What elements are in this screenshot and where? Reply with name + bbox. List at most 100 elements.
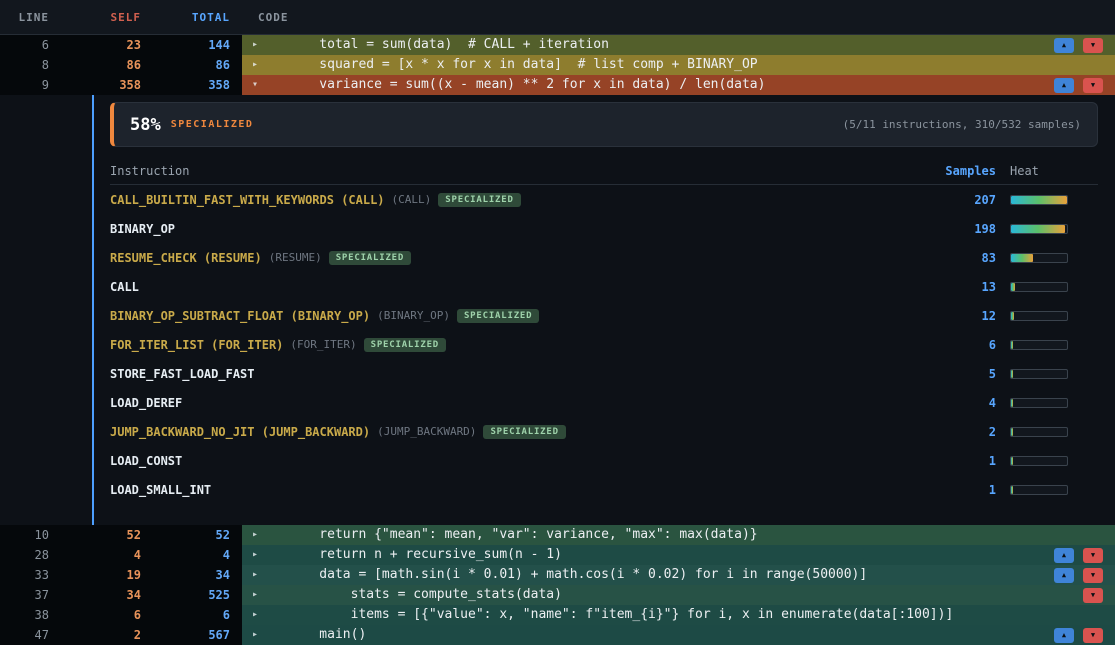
jump-up-button[interactable]: ▲	[1054, 38, 1074, 53]
self-samples: 4	[55, 545, 141, 565]
expand-icon[interactable]: ▸	[252, 525, 266, 545]
up-arrow-icon: ▲	[1062, 42, 1066, 49]
instruction-name: LOAD_DEREF	[110, 396, 182, 410]
jump-up-button[interactable]: ▲	[1054, 628, 1074, 643]
line-number: 8	[0, 55, 55, 75]
collapse-icon[interactable]: ▾	[252, 75, 266, 95]
heat-bar	[1010, 340, 1068, 350]
self-samples: 86	[55, 55, 141, 75]
samples-value: 6	[916, 338, 996, 352]
total-samples: 525	[141, 585, 230, 605]
instruction-name-cell: CALL_BUILTIN_FAST_WITH_KEYWORDS (CALL)(C…	[110, 193, 916, 207]
instruction-name: LOAD_SMALL_INT	[110, 483, 211, 497]
code-line-row: 331934▸ data = [math.sin(i * 0.01) + mat…	[0, 565, 1115, 585]
instruction-name: CALL_BUILTIN_FAST_WITH_KEYWORDS (CALL)	[110, 193, 385, 207]
code-text: variance = sum((x - mean) ** 2 for x in …	[288, 75, 765, 95]
jump-up-button[interactable]: ▲	[1054, 78, 1074, 93]
jump-down-button[interactable]: ▼	[1083, 548, 1103, 563]
jump-down-button[interactable]: ▼	[1083, 38, 1103, 53]
code-cell[interactable]: ▸ return n + recursive_sum(n - 1)▲▼	[242, 545, 1115, 565]
column-header-total: TOTAL	[141, 11, 230, 24]
nav-buttons: ▲▼	[1054, 568, 1103, 583]
jump-down-button[interactable]: ▼	[1083, 628, 1103, 643]
code-line-row: 472567▸ main()▲▼	[0, 625, 1115, 645]
instruction-name: STORE_FAST_LOAD_FAST	[110, 367, 255, 381]
instruction-row: JUMP_BACKWARD_NO_JIT (JUMP_BACKWARD)(JUM…	[110, 417, 1098, 446]
instruction-name: LOAD_CONST	[110, 454, 182, 468]
line-number: 37	[0, 585, 55, 605]
jump-down-button[interactable]: ▼	[1083, 78, 1103, 93]
code-cell[interactable]: ▸ return {"mean": mean, "var": variance,…	[242, 525, 1115, 545]
column-header-code: CODE	[230, 11, 1115, 24]
samples-value: 1	[916, 454, 996, 468]
instruction-name-cell: RESUME_CHECK (RESUME)(RESUME)SPECIALIZED	[110, 251, 916, 265]
jump-down-button[interactable]: ▼	[1083, 568, 1103, 583]
base-instruction: (RESUME)	[269, 251, 322, 264]
samples-value: 4	[916, 396, 996, 410]
code-text: total = sum(data) # CALL + iteration	[288, 35, 609, 55]
code-line-row: 105252▸ return {"mean": mean, "var": var…	[0, 525, 1115, 545]
code-cell[interactable]: ▸ total = sum(data) # CALL + iteration ▲ ▼	[242, 35, 1115, 55]
instruction-row: LOAD_CONST 1	[110, 446, 1098, 475]
total-samples: 6	[141, 605, 230, 625]
jump-up-button[interactable]: ▲	[1054, 548, 1074, 563]
instruction-name-cell: BINARY_OP_SUBTRACT_FLOAT (BINARY_OP)(BIN…	[110, 309, 916, 323]
instruction-name-cell: LOAD_CONST	[110, 454, 916, 468]
code-cell[interactable]: ▸ stats = compute_stats(data)▼	[242, 585, 1115, 605]
specialized-badge: SPECIALIZED	[457, 309, 539, 323]
column-header-self: SELF	[55, 11, 141, 24]
total-samples: 4	[141, 545, 230, 565]
code-cell[interactable]: ▸ squared = [x * x for x in data] # list…	[242, 55, 1115, 75]
code-cell[interactable]: ▸ main()▲▼	[242, 625, 1115, 645]
code-line-row: 623144▸ total = sum(data) # CALL + itera…	[0, 35, 1115, 55]
down-arrow-icon: ▼	[1091, 572, 1095, 579]
code-cell[interactable]: ▸ items = [{"value": x, "name": f"item_{…	[242, 605, 1115, 625]
expand-icon[interactable]: ▸	[252, 565, 266, 585]
expand-icon[interactable]: ▸	[252, 585, 266, 605]
instruction-name: RESUME_CHECK (RESUME)	[110, 251, 262, 265]
heat-bar	[1010, 369, 1068, 379]
instruction-row: BINARY_OP_SUBTRACT_FLOAT (BINARY_OP)(BIN…	[110, 301, 1098, 330]
jump-up-button[interactable]: ▲	[1054, 568, 1074, 583]
specialized-badge: SPECIALIZED	[438, 193, 520, 207]
total-samples: 52	[141, 525, 230, 545]
instruction-row: FOR_ITER_LIST (FOR_ITER)(FOR_ITER)SPECIA…	[110, 330, 1098, 359]
instruction-name: CALL	[110, 280, 139, 294]
heat-bar-fill	[1011, 399, 1013, 407]
instruction-name: BINARY_OP	[110, 222, 175, 236]
line-number: 47	[0, 625, 55, 645]
jump-down-button[interactable]: ▼	[1083, 588, 1103, 603]
column-header-samples: Samples	[916, 164, 996, 178]
heat-bar-fill	[1011, 370, 1013, 378]
code-text: main()	[288, 625, 366, 645]
samples-value: 83	[916, 251, 996, 265]
heat-bar-fill	[1011, 283, 1015, 291]
expand-icon[interactable]: ▸	[252, 55, 266, 75]
expand-icon[interactable]: ▸	[252, 625, 266, 645]
samples-value: 198	[916, 222, 996, 236]
expand-icon[interactable]: ▸	[252, 35, 266, 55]
down-arrow-icon: ▼	[1091, 552, 1095, 559]
column-header-instruction: Instruction	[110, 164, 916, 178]
code-cell[interactable]: ▾ variance = sum((x - mean) ** 2 for x i…	[242, 75, 1115, 95]
total-samples: 567	[141, 625, 230, 645]
line-number: 6	[0, 35, 55, 55]
code-rows-bottom: 105252▸ return {"mean": mean, "var": var…	[0, 525, 1115, 645]
line-number: 28	[0, 545, 55, 565]
code-line-row: 3866▸ items = [{"value": x, "name": f"it…	[0, 605, 1115, 625]
heat-bar-fill	[1011, 196, 1067, 204]
instruction-row: LOAD_SMALL_INT 1	[110, 475, 1098, 504]
samples-value: 12	[916, 309, 996, 323]
nav-buttons: ▲▼	[1054, 628, 1103, 643]
specialization-meta: (5/11 instructions, 310/532 samples)	[843, 118, 1081, 131]
code-line-row: 9358358▾ variance = sum((x - mean) ** 2 …	[0, 75, 1115, 95]
samples-value: 1	[916, 483, 996, 497]
heat-bar-fill	[1011, 225, 1065, 233]
code-cell[interactable]: ▸ data = [math.sin(i * 0.01) + math.cos(…	[242, 565, 1115, 585]
instruction-name-cell: FOR_ITER_LIST (FOR_ITER)(FOR_ITER)SPECIA…	[110, 338, 916, 352]
expand-icon[interactable]: ▸	[252, 605, 266, 625]
expand-icon[interactable]: ▸	[252, 545, 266, 565]
heat-bar-fill	[1011, 341, 1013, 349]
up-arrow-icon: ▲	[1062, 572, 1066, 579]
specialized-badge: SPECIALIZED	[483, 425, 565, 439]
